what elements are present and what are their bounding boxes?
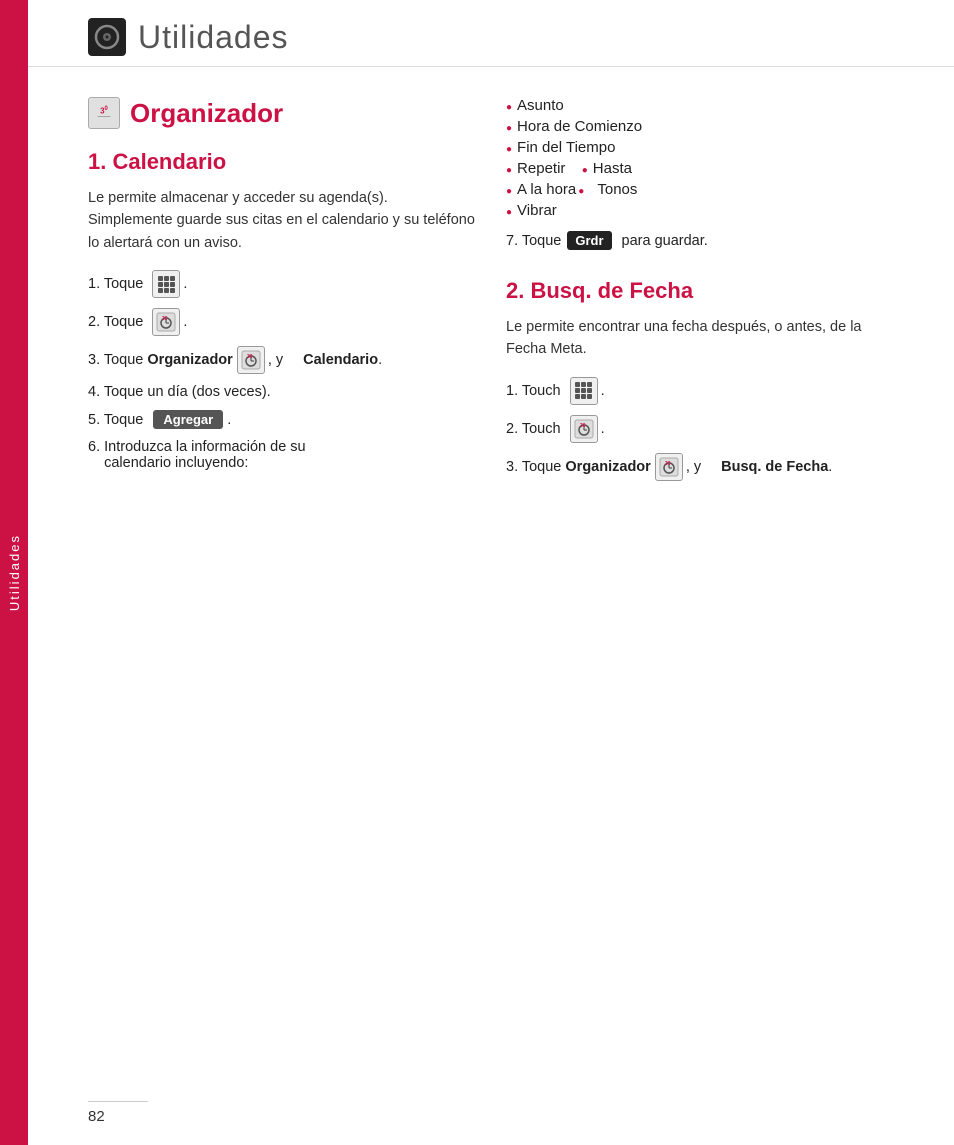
organizador-title: 30 ─── Organizador xyxy=(88,97,476,129)
step-3-after: , y xyxy=(268,352,283,368)
step-2-period: . xyxy=(183,314,187,330)
right-column: ● Asunto ● Hora de Comienzo ● Fin del Ti… xyxy=(506,97,894,491)
step-7: 7. Toque Grdr para guardar. xyxy=(506,231,894,250)
bullet-vibrar: ● Vibrar xyxy=(506,202,894,219)
busq-step-3: 3. Toque Organizador 30 , y Busq. de Fec… xyxy=(506,453,894,481)
section1-heading: 1. Calendario xyxy=(88,149,476,175)
bullet-hora-text: Hora de Comienzo xyxy=(517,118,642,135)
sidebar-stripe: Utilidades xyxy=(0,0,28,1145)
busq-step-3-text: 3. Toque Organizador xyxy=(506,459,651,475)
step-5: 5. Toque Agregar . xyxy=(88,410,476,429)
busq-step-2-num: 2. Touch xyxy=(506,421,561,437)
svg-text:30: 30 xyxy=(162,316,168,322)
btn-agregar: Agregar xyxy=(153,410,223,429)
step-2: 2. Toque 30 . xyxy=(88,308,476,336)
busq-step-2: 2. Touch 30 . xyxy=(506,415,894,443)
bullet-hasta-text: Hasta xyxy=(593,160,632,177)
bullet-alahora-text: A la hora xyxy=(517,181,576,198)
step-6-text: 6. Introduzca la información de su calen… xyxy=(88,439,306,471)
section2-body: Le permite encontrar una fecha después, … xyxy=(506,316,894,361)
organizador-icon: 30 ─── xyxy=(88,97,120,129)
busq-step-1-period: . xyxy=(601,383,605,399)
svg-text:30: 30 xyxy=(247,354,253,360)
sidebar-label: Utilidades xyxy=(7,534,22,611)
busq-step-1-icon-grid xyxy=(570,377,598,405)
main-content: 30 ─── Organizador 1. Calendario Le perm… xyxy=(28,67,954,511)
header: Utilidades xyxy=(28,0,954,67)
busq-step-3-after: , y xyxy=(686,459,701,475)
page-number: 82 xyxy=(88,1101,148,1125)
svg-text:30: 30 xyxy=(665,461,671,467)
step-5-period: . xyxy=(227,412,231,428)
busq-step-1-num: 1. Touch xyxy=(506,383,561,399)
step-3-icon-org: 30 xyxy=(237,346,265,374)
step-4-text: 4. Toque un día (dos veces). xyxy=(88,384,271,400)
step-6: 6. Introduzca la información de su calen… xyxy=(88,439,476,471)
busq-step-2-period: . xyxy=(601,421,605,437)
busq-step-3-icon-org: 30 xyxy=(655,453,683,481)
step-5-text: 5. Toque xyxy=(88,412,143,428)
step-3-indent: Calendario. xyxy=(283,352,382,368)
busq-step-1: 1. Touch . xyxy=(506,377,894,405)
bullet-fin-text: Fin del Tiempo xyxy=(517,139,615,156)
bullet-tonos-text: Tonos xyxy=(589,181,637,198)
step-4: 4. Toque un día (dos veces). xyxy=(88,384,476,400)
bullet-list: ● Asunto ● Hora de Comienzo ● Fin del Ti… xyxy=(506,97,894,219)
bullet-asunto: ● Asunto xyxy=(506,97,894,114)
bullet-fin: ● Fin del Tiempo xyxy=(506,139,894,156)
section1-body: Le permite almacenar y acceder su agenda… xyxy=(88,187,476,254)
header-icon xyxy=(88,18,126,56)
step-1: 1. Toque . xyxy=(88,270,476,298)
section2-heading: 2. Busq. de Fecha xyxy=(506,278,894,304)
bullet-asunto-text: Asunto xyxy=(517,97,564,114)
busq-step-3-indent: Busq. de Fecha. xyxy=(701,459,832,475)
organizador-heading: Organizador xyxy=(130,98,283,129)
step-3: 3. Toque Organizador 30 , y Calendario. xyxy=(88,346,476,374)
bullet-vibrar-text: Vibrar xyxy=(517,202,557,219)
step-1-period: . xyxy=(183,276,187,292)
bullet-alahora: ● A la hora ● Tonos xyxy=(506,181,894,198)
step-2-icon-org: 30 xyxy=(152,308,180,336)
step-2-num: 2. Toque xyxy=(88,314,143,330)
bullet-hora: ● Hora de Comienzo xyxy=(506,118,894,135)
header-title: Utilidades xyxy=(138,19,289,56)
bullet-repetir-text: Repetir xyxy=(517,160,574,177)
busq-step-2-icon-org: 30 xyxy=(570,415,598,443)
step-1-num: 1. Toque xyxy=(88,276,143,292)
step-7-text: 7. Toque xyxy=(506,233,561,249)
bullet-repetir: ● Repetir ● Hasta xyxy=(506,160,894,177)
btn-grdr: Grdr xyxy=(567,231,611,250)
left-column: 30 ─── Organizador 1. Calendario Le perm… xyxy=(88,97,476,491)
svg-text:30: 30 xyxy=(580,423,586,429)
step-7-after: para guardar. xyxy=(622,233,708,249)
step-3-text: 3. Toque Organizador xyxy=(88,352,233,368)
step-1-icon-grid xyxy=(152,270,180,298)
